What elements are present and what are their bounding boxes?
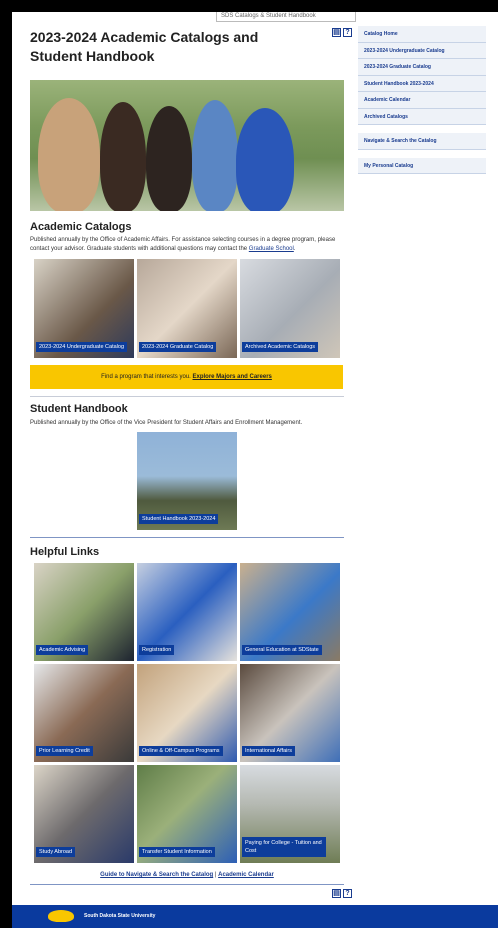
study-abroad-tile[interactable]: Study Abroad xyxy=(34,765,134,863)
sidebar-item-academic-calendar[interactable]: Academic Calendar xyxy=(358,92,486,109)
sidebar-item-student-handbook[interactable]: Student Handbook 2023-2024 xyxy=(358,75,486,92)
university-logo-icon[interactable] xyxy=(48,910,74,922)
tile-label: Student Handbook 2023-2024 xyxy=(139,514,219,524)
print-icon[interactable]: ▤ xyxy=(332,889,341,898)
paying-for-college-tile[interactable]: Paying for College - Tuition and Cost xyxy=(240,765,340,863)
sidebar-item-undergraduate-catalog[interactable]: 2023-2024 Undergraduate Catalog xyxy=(358,42,486,59)
international-affairs-tile[interactable]: International Affairs xyxy=(240,664,340,762)
student-figure xyxy=(38,98,100,211)
tile-label: Prior Learning Credit xyxy=(36,746,93,756)
divider xyxy=(30,884,344,885)
transfer-student-tile[interactable]: Transfer Student Information xyxy=(137,765,237,863)
archived-catalogs-tile[interactable]: Archived Academic Catalogs xyxy=(240,259,340,358)
graduate-school-link[interactable]: Graduate School xyxy=(249,246,294,252)
student-handbook-tile[interactable]: Student Handbook 2023-2024 xyxy=(137,432,237,530)
bottom-icon-group: ▤ ? xyxy=(332,889,352,898)
helpful-links-heading: Helpful Links xyxy=(30,546,100,558)
online-off-campus-tile[interactable]: Online & Off-Campus Programs xyxy=(137,664,237,762)
explore-majors-banner: Find a program that interests you. Explo… xyxy=(30,365,343,389)
divider xyxy=(30,537,344,538)
tile-label: Transfer Student Information xyxy=(139,847,215,857)
academic-catalogs-description: Published annually by the Office of Acad… xyxy=(30,236,348,254)
graduate-catalog-tile[interactable]: 2023-2024 Graduate Catalog xyxy=(137,259,237,358)
tile-label: Archived Academic Catalogs xyxy=(242,342,319,352)
tile-label: Paying for College - Tuition and Cost xyxy=(242,837,326,857)
tile-label: Online & Off-Campus Programs xyxy=(139,746,223,756)
tile-label: General Education at SDState xyxy=(242,645,322,655)
cta-text: Find a program that interests you. xyxy=(101,374,193,380)
academic-desc-end: . xyxy=(293,246,296,252)
top-search-box[interactable]: SDS Catalogs & Student Handbook xyxy=(216,12,356,22)
tile-label: Academic Advising xyxy=(36,645,89,655)
bottom-links: Guide to Navigate & Search the Catalog |… xyxy=(30,872,344,878)
student-figure xyxy=(192,100,238,211)
student-figure xyxy=(236,108,294,211)
page-frame: SDS Catalogs & Student Handbook 2023-202… xyxy=(12,12,498,928)
registration-tile[interactable]: Registration xyxy=(137,563,237,661)
title-icon-group: ▤ ? xyxy=(332,28,352,37)
page-title: 2023-2024 Academic Catalogs and Student … xyxy=(30,29,259,64)
academic-catalogs-heading: Academic Catalogs xyxy=(30,221,132,233)
help-icon[interactable]: ? xyxy=(343,889,352,898)
help-icon[interactable]: ? xyxy=(343,28,352,37)
tile-label: Registration xyxy=(139,645,175,655)
tile-label: 2023-2024 Graduate Catalog xyxy=(139,342,217,352)
sidebar-item-navigate-search[interactable]: Navigate & Search the Catalog xyxy=(358,133,486,150)
explore-majors-link[interactable]: Explore Majors and Careers xyxy=(193,374,272,380)
guide-navigate-link[interactable]: Guide to Navigate & Search the Catalog xyxy=(100,872,213,878)
university-name: South Dakota State University xyxy=(84,913,156,919)
student-handbook-description: Published annually by the Office of the … xyxy=(30,420,303,426)
student-figure xyxy=(100,102,146,211)
sidebar-item-graduate-catalog[interactable]: 2023-2024 Graduate Catalog xyxy=(358,59,486,76)
tile-label: International Affairs xyxy=(242,746,295,756)
student-figure xyxy=(146,106,192,211)
sidebar-item-catalog-home[interactable]: Catalog Home xyxy=(358,26,486,43)
divider xyxy=(30,396,344,397)
hero-image xyxy=(30,80,344,211)
sidebar-item-personal-catalog[interactable]: My Personal Catalog xyxy=(358,157,486,174)
student-handbook-heading: Student Handbook xyxy=(30,403,128,415)
tile-label: Study Abroad xyxy=(36,847,76,857)
academic-calendar-link[interactable]: Academic Calendar xyxy=(218,872,274,878)
academic-advising-tile[interactable]: Academic Advising xyxy=(34,563,134,661)
undergraduate-catalog-tile[interactable]: 2023-2024 Undergraduate Catalog xyxy=(34,259,134,358)
tile-label: 2023-2024 Undergraduate Catalog xyxy=(36,342,128,352)
prior-learning-credit-tile[interactable]: Prior Learning Credit xyxy=(34,664,134,762)
sidebar: Catalog Home 2023-2024 Undergraduate Cat… xyxy=(358,26,486,174)
print-icon[interactable]: ▤ xyxy=(332,28,341,37)
general-education-tile[interactable]: General Education at SDState xyxy=(240,563,340,661)
sidebar-item-archived-catalogs[interactable]: Archived Catalogs xyxy=(358,108,486,125)
site-footer: South Dakota State University xyxy=(12,905,498,928)
